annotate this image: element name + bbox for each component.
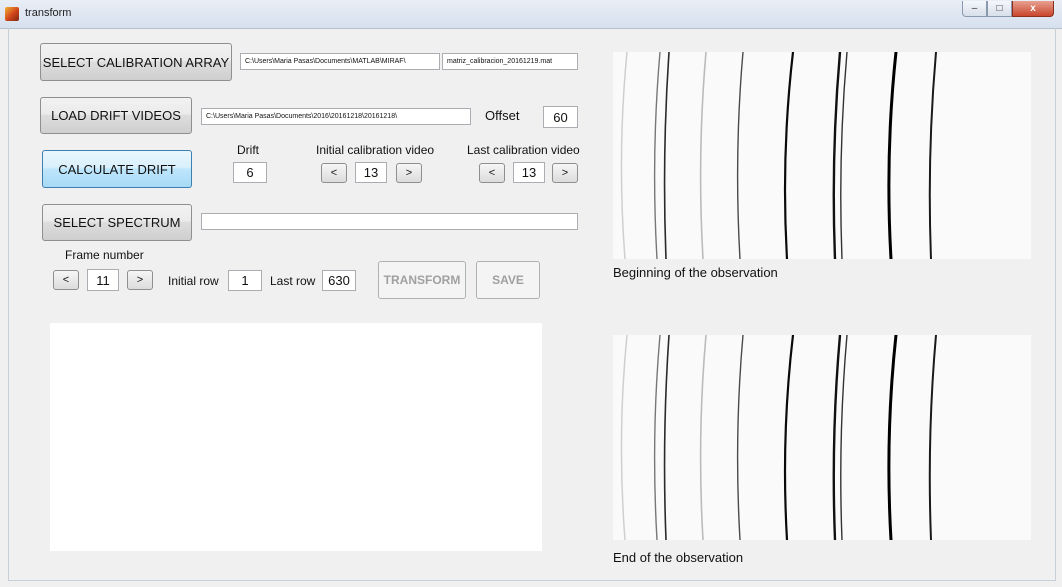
offset-label: Offset (485, 108, 520, 123)
calculate-drift-button[interactable]: CALCULATE DRIFT (42, 150, 192, 188)
frame-next-button[interactable]: > (127, 270, 153, 290)
transform-button[interactable]: TRANSFORM (378, 261, 466, 299)
select-calibration-array-button[interactable]: SELECT CALIBRATION ARRAY (40, 43, 232, 81)
drift-field[interactable]: 6 (233, 162, 267, 183)
initial-row-field[interactable]: 1 (228, 270, 262, 291)
end-observation-caption: End of the observation (613, 550, 744, 565)
offset-field[interactable]: 60 (543, 106, 578, 128)
close-button[interactable]: x (1012, 1, 1054, 17)
minimize-button[interactable]: – (962, 1, 987, 17)
last-row-field[interactable]: 630 (322, 270, 356, 291)
drift-videos-path-field[interactable]: C:\Users\Maria Pasas\Documents\2016\2016… (201, 108, 471, 125)
drift-label: Drift (237, 143, 259, 157)
calibration-file-field[interactable]: matriz_calibracion_20161219.mat (442, 53, 578, 70)
end-spectrum-image (613, 335, 1031, 540)
window-controls: – □ x (962, 1, 1054, 18)
load-drift-videos-button[interactable]: LOAD DRIFT VIDEOS (40, 97, 192, 134)
window-title: transform (25, 7, 72, 19)
select-spectrum-button[interactable]: SELECT SPECTRUM (42, 204, 192, 241)
last-video-prev-button[interactable]: < (479, 163, 505, 183)
matlab-app-icon (5, 7, 19, 21)
beginning-spectrum-image (613, 52, 1031, 259)
initial-calibration-video-field[interactable]: 13 (355, 162, 387, 183)
beginning-observation-caption: Beginning of the observation (613, 265, 778, 280)
last-video-next-button[interactable]: > (552, 163, 578, 183)
frame-number-label: Frame number (65, 248, 144, 262)
initial-row-label: Initial row (168, 274, 219, 288)
maximize-button[interactable]: □ (987, 1, 1012, 17)
last-calibration-video-label: Last calibration video (467, 143, 580, 157)
frame-number-field[interactable]: 11 (87, 269, 119, 291)
last-row-label: Last row (270, 274, 316, 288)
initial-video-prev-button[interactable]: < (321, 163, 347, 183)
initial-video-next-button[interactable]: > (396, 163, 422, 183)
last-calibration-video-field[interactable]: 13 (513, 162, 545, 183)
calibration-path-field[interactable]: C:\Users\Maria Pasas\Documents\MATLAB\MI… (240, 53, 440, 70)
title-bar: transform – □ x (0, 0, 1062, 29)
initial-calibration-video-label: Initial calibration video (316, 143, 435, 157)
save-button[interactable]: SAVE (476, 261, 540, 299)
spectrum-path-field[interactable] (201, 213, 578, 230)
plot-axes-area (50, 323, 542, 551)
frame-prev-button[interactable]: < (53, 270, 79, 290)
